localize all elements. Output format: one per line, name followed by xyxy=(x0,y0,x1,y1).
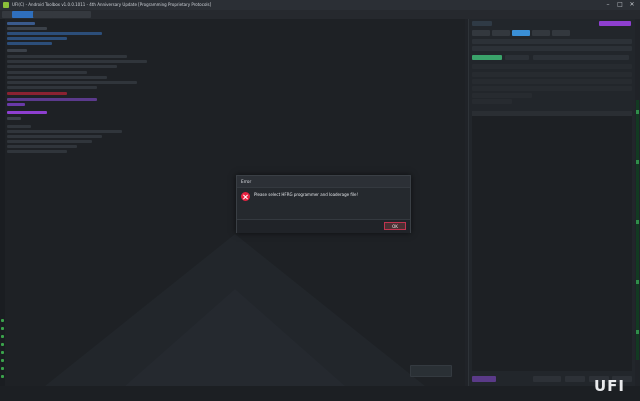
tab[interactable] xyxy=(492,30,510,36)
log-line xyxy=(7,81,137,84)
status-dot xyxy=(1,319,4,322)
form-row[interactable] xyxy=(472,39,632,44)
log-line xyxy=(7,86,97,89)
title-bar: UFI(C) - Android Toolbox v1.0.0.1011 - 4… xyxy=(0,0,640,10)
menu-bar xyxy=(0,10,640,28)
status-dot xyxy=(1,335,4,338)
status-dot xyxy=(1,359,4,362)
close-button[interactable]: ✕ xyxy=(626,0,638,10)
form-row xyxy=(472,79,632,84)
action-button[interactable] xyxy=(410,365,452,377)
panel-button[interactable] xyxy=(565,376,585,382)
log-line-error xyxy=(7,92,67,95)
dialog-title-bar: Error xyxy=(237,176,410,188)
log-line xyxy=(7,65,117,68)
dialog-message: Please select HFRG programmer and loader… xyxy=(254,192,359,197)
log-line xyxy=(7,135,102,138)
option-button[interactable] xyxy=(472,55,502,60)
form-row[interactable] xyxy=(472,46,632,51)
log-line xyxy=(7,140,92,143)
tab[interactable] xyxy=(552,30,570,36)
log-line xyxy=(7,76,107,79)
progress-strip xyxy=(636,100,639,360)
window-title: UFI(C) - Android Toolbox v1.0.0.1011 - 4… xyxy=(12,2,212,7)
app-window: UFI(C) - Android Toolbox v1.0.0.1011 - 4… xyxy=(0,0,640,401)
log-line xyxy=(7,49,27,52)
log-line xyxy=(7,27,47,30)
form-row xyxy=(472,72,632,77)
panel-button[interactable] xyxy=(533,376,561,382)
log-line xyxy=(7,130,122,133)
log-line xyxy=(7,98,97,101)
status-dot xyxy=(1,367,4,370)
tab[interactable] xyxy=(532,30,550,36)
status-dot xyxy=(1,351,4,354)
log-line xyxy=(7,71,87,74)
dialog-footer: OK xyxy=(237,219,410,233)
form-row xyxy=(472,64,632,69)
option-button[interactable] xyxy=(505,55,529,60)
log-line-accent xyxy=(7,111,47,114)
status-dot xyxy=(1,343,4,346)
checkbox-row[interactable] xyxy=(472,99,512,104)
log-line xyxy=(7,37,67,40)
minimize-button[interactable]: – xyxy=(602,0,614,10)
status-bar xyxy=(0,386,640,401)
ufi-logo: UFI xyxy=(594,377,626,395)
log-line xyxy=(7,150,67,153)
option-field[interactable] xyxy=(533,55,629,60)
error-icon xyxy=(241,192,250,201)
log-line xyxy=(7,22,35,25)
form-row xyxy=(472,86,632,91)
panel-button[interactable] xyxy=(472,376,496,382)
maximize-button[interactable]: □ xyxy=(614,0,626,10)
log-line xyxy=(7,125,31,128)
checkbox-row[interactable] xyxy=(472,93,532,98)
tab-selected[interactable] xyxy=(512,30,530,36)
menu-item[interactable] xyxy=(69,11,91,18)
log-line xyxy=(7,117,21,120)
table-body xyxy=(472,116,632,371)
tab[interactable] xyxy=(472,30,490,36)
log-line xyxy=(7,42,52,45)
ok-button[interactable]: OK xyxy=(384,222,406,230)
log-line xyxy=(7,145,77,148)
log-line xyxy=(7,60,147,63)
panel-header xyxy=(472,21,492,26)
error-dialog: Error Please select HFRG programmer and … xyxy=(236,175,411,233)
dialog-body: Please select HFRG programmer and loader… xyxy=(237,188,410,219)
status-dot xyxy=(1,327,4,330)
dialog-title: Error xyxy=(241,179,252,184)
status-dot xyxy=(1,375,4,378)
app-icon xyxy=(3,2,9,8)
log-line xyxy=(7,55,127,58)
log-line xyxy=(7,32,102,35)
operations-panel xyxy=(468,19,635,386)
panel-accent-button[interactable] xyxy=(599,21,631,26)
log-line xyxy=(7,103,25,106)
